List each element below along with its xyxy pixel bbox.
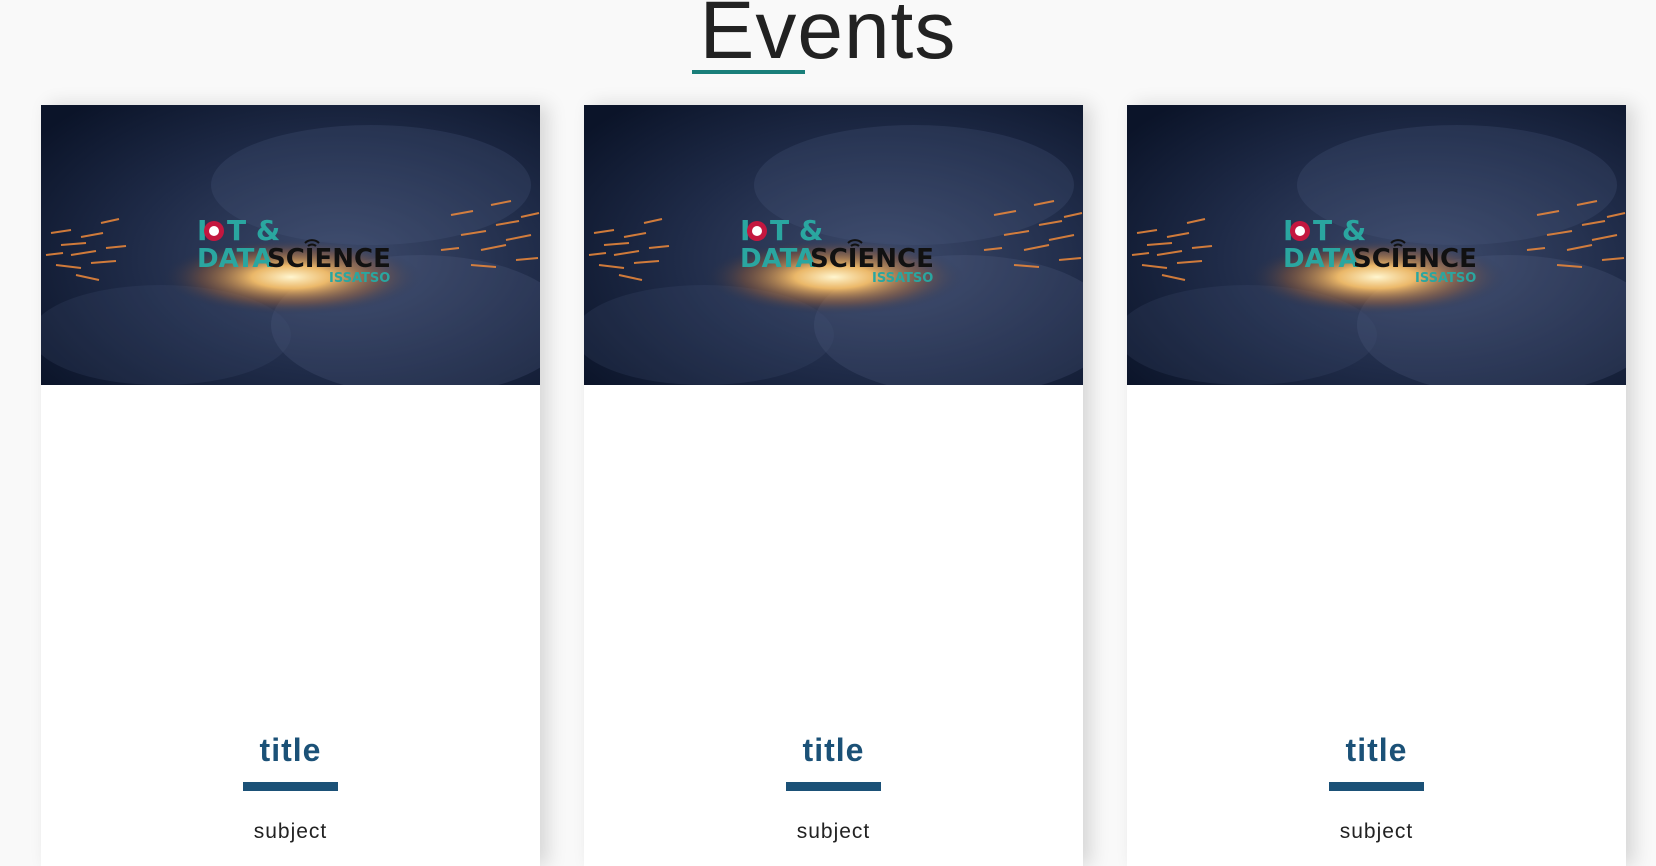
logo-text-t: T & [770, 214, 823, 247]
logo-text-data: DATA [740, 244, 816, 274]
logo-text-issatso: ISSATSO [872, 271, 933, 286]
page-title: Events [699, 0, 957, 76]
title-underline [692, 70, 805, 74]
event-subject: subject [253, 820, 328, 843]
logo-text-science: SCIENCE [1353, 244, 1477, 274]
event-card[interactable]: I T & DATA SCIENCE ISSATSO title subject [584, 105, 1083, 866]
logo-text-science: SCIENCE [267, 244, 391, 274]
event-title[interactable]: title [1127, 730, 1626, 770]
events-card-list: I T & DATA SCIENCE ISSATSO title subject [41, 105, 1627, 866]
event-card[interactable]: I T & DATA SCIENCE ISSATSO title subject [41, 105, 540, 866]
event-title[interactable]: title [584, 730, 1083, 770]
event-banner-image[interactable]: I T & DATA SCIENCE ISSATSO [1127, 105, 1626, 385]
logo-text-t: T & [1313, 214, 1366, 247]
logo-text-t: T & [227, 214, 280, 247]
title-divider [1329, 782, 1424, 791]
logo-text-issatso: ISSATSO [329, 271, 390, 286]
logo-text-data: DATA [1283, 244, 1359, 274]
event-card[interactable]: I T & DATA SCIENCE ISSATSO title subject [1127, 105, 1626, 866]
event-subject: subject [796, 820, 871, 843]
logo-text-issatso: ISSATSO [1415, 271, 1476, 286]
logo-text-science: SCIENCE [810, 244, 934, 274]
event-banner-image[interactable]: I T & DATA SCIENCE ISSATSO [41, 105, 540, 385]
title-divider [243, 782, 338, 791]
logo-text-data: DATA [197, 244, 273, 274]
event-title[interactable]: title [41, 730, 540, 770]
event-subject: subject [1339, 820, 1414, 843]
title-divider [786, 782, 881, 791]
event-banner-image[interactable]: I T & DATA SCIENCE ISSATSO [584, 105, 1083, 385]
